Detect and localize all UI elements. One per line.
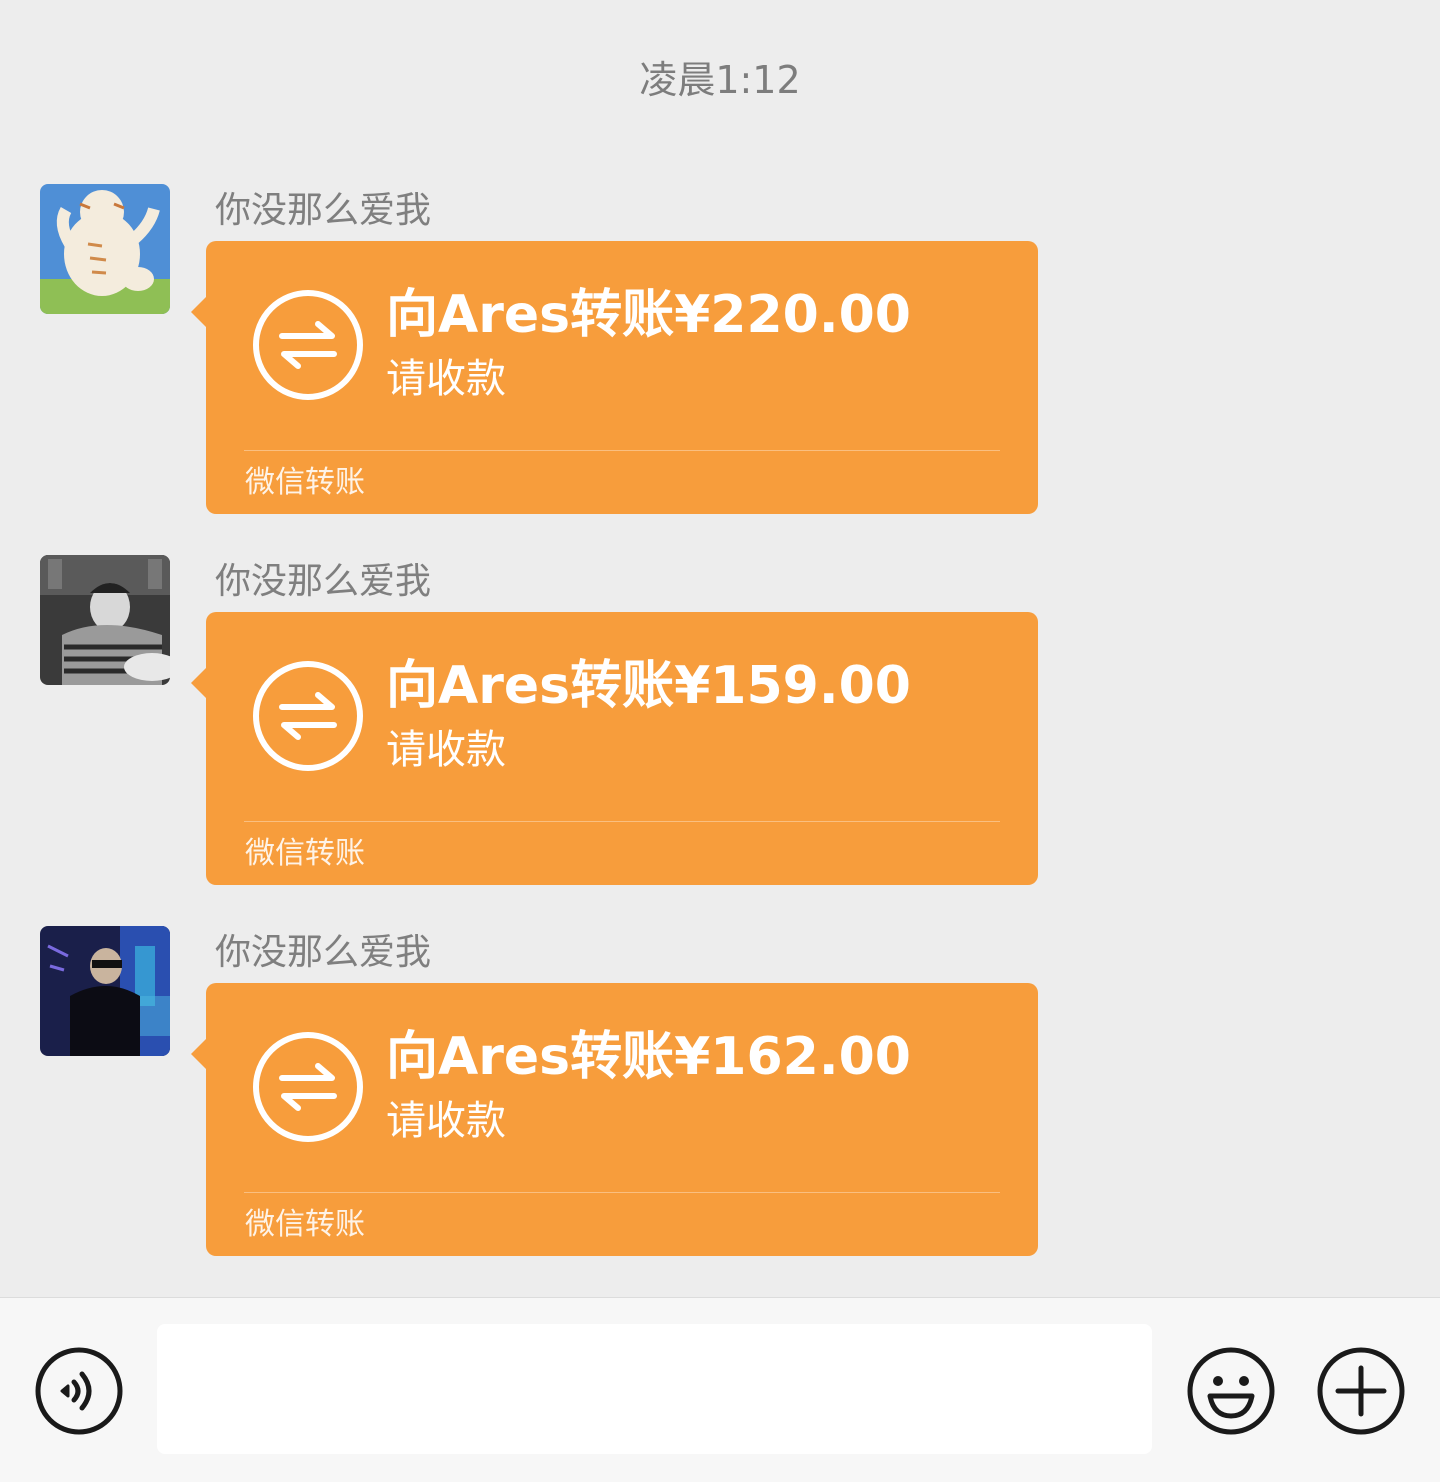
transfer-footer-label: 微信转账 bbox=[245, 836, 365, 871]
transfer-icon bbox=[253, 661, 363, 771]
card-divider bbox=[244, 1192, 1000, 1193]
chat-input-bar bbox=[0, 1297, 1440, 1482]
sender-name: 你没那么爱我 bbox=[215, 561, 432, 602]
sender-avatar[interactable] bbox=[40, 184, 170, 314]
transfer-amount: 向Ares转账¥159.00 bbox=[386, 656, 911, 716]
card-divider bbox=[244, 450, 1000, 451]
chat-timestamp: 凌晨1:12 bbox=[639, 58, 801, 102]
transfer-amount: 向Ares转账¥220.00 bbox=[386, 285, 911, 345]
transfer-icon bbox=[253, 1032, 363, 1142]
transfer-status: 请收款 bbox=[386, 1098, 506, 1144]
sender-avatar[interactable] bbox=[40, 926, 170, 1056]
emoji-icon[interactable] bbox=[1186, 1346, 1276, 1436]
chat-message: 你没那么爱我 向Ares转账¥220.00 请收款 微信转账 bbox=[0, 184, 1440, 524]
message-input[interactable] bbox=[157, 1324, 1152, 1454]
sender-name: 你没那么爱我 bbox=[215, 932, 432, 973]
transfer-footer-label: 微信转账 bbox=[245, 1207, 365, 1242]
chat-message: 你没那么爱我 向Ares转账¥162.00 请收款 微信转账 bbox=[0, 926, 1440, 1266]
sender-name: 你没那么爱我 bbox=[215, 190, 432, 231]
transfer-card[interactable]: 向Ares转账¥162.00 请收款 微信转账 bbox=[191, 983, 1038, 1256]
transfer-card[interactable]: 向Ares转账¥159.00 请收款 微信转账 bbox=[191, 612, 1038, 885]
transfer-status: 请收款 bbox=[386, 356, 506, 402]
transfer-footer-label: 微信转账 bbox=[245, 465, 365, 500]
sender-avatar[interactable] bbox=[40, 555, 170, 685]
transfer-icon bbox=[253, 290, 363, 400]
plus-icon[interactable] bbox=[1316, 1346, 1406, 1436]
transfer-amount: 向Ares转账¥162.00 bbox=[386, 1027, 911, 1087]
transfer-status: 请收款 bbox=[386, 727, 506, 773]
voice-icon[interactable] bbox=[34, 1346, 124, 1436]
transfer-card[interactable]: 向Ares转账¥220.00 请收款 微信转账 bbox=[191, 241, 1038, 514]
card-divider bbox=[244, 821, 1000, 822]
chat-message: 你没那么爱我 向Ares转账¥159.00 请收款 微信转账 bbox=[0, 555, 1440, 895]
